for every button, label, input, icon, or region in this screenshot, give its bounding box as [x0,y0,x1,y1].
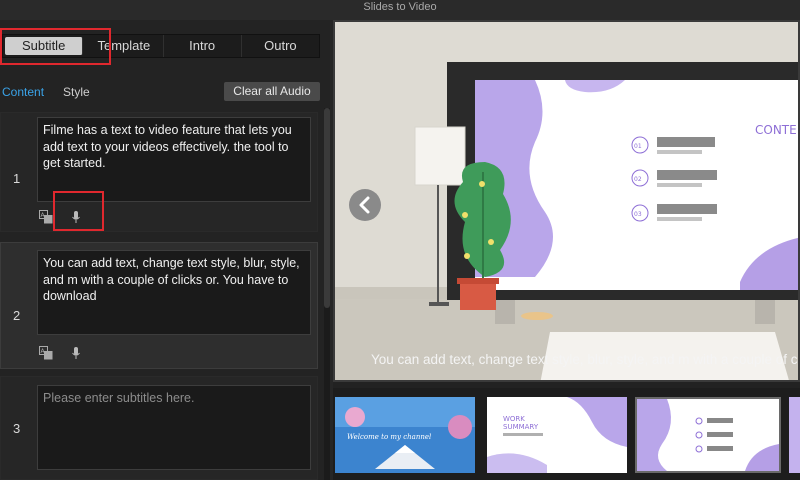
slide-thumbnail[interactable]: WORK SUMMARY [487,397,627,473]
scrollbar-thumb[interactable] [324,108,330,308]
thumbnail-caption: Welcome to my channel [347,433,431,441]
tab-content[interactable]: Content [2,85,44,99]
subtitle-number: 1 [13,171,21,186]
subtitle-text-field[interactable]: Filme has a text to video feature that l… [37,117,311,202]
content-style-tabs: Content Style Clear all Audio [0,82,330,102]
subtitle-text-field[interactable]: Please enter subtitles here. [37,385,311,470]
left-panel: Subtitle Template Intro Outro Content St… [0,20,330,480]
subtitle-number: 3 [13,421,21,436]
subtitle-list-scrollbar[interactable] [324,108,330,480]
video-preview: CONTE 01 02 03 You can add text, change … [333,20,800,382]
previous-slide-button[interactable] [349,189,381,221]
slide-thumbnail-selected[interactable] [635,397,781,473]
tab-style[interactable]: Style [63,85,90,99]
microphone-icon[interactable] [69,346,83,360]
clear-all-audio-button[interactable]: Clear all Audio [224,82,320,101]
thumbnail-title: SUMMARY [503,423,539,431]
highlight-box-subtitle-tab [0,28,111,65]
list-number: 02 [634,176,642,183]
window-title: Slides to Video [363,1,437,13]
slide-heading: CONTE [755,123,797,137]
list-number: 01 [634,143,642,150]
subtitle-item: 2 You can add text, change text style, b… [0,242,318,369]
slide-thumbnail[interactable]: Welcome to my channel [335,397,475,473]
title-bar: Slides to Video [0,0,800,20]
subtitle-number: 2 [13,308,21,323]
subtitle-item: 1 Filme has a text to video feature that… [0,112,318,232]
app-window: Slides to Video Subtitle Template Intro … [0,0,800,480]
tab-intro[interactable]: Intro [164,35,242,57]
preview-scene: CONTE 01 02 03 [335,22,798,380]
chevron-left-icon [349,196,381,225]
subtitle-translate-icon[interactable]: A [39,346,53,360]
subtitle-text-field[interactable]: You can add text, change text style, blu… [37,250,311,335]
highlight-box-microphone [53,191,104,231]
subtitle-translate-icon[interactable]: A [39,210,53,224]
subtitle-item: 3 Please enter subtitles here. [0,376,318,480]
slide-filmstrip: Welcome to my channel WORK SUMMARY [333,388,800,480]
slide-thumbnail[interactable] [789,397,800,473]
preview-subtitle: You can add text, change text style, blu… [371,352,798,367]
tab-outro[interactable]: Outro [242,35,319,57]
list-number: 03 [634,211,642,218]
thumbnail-title: WORK [503,415,525,423]
